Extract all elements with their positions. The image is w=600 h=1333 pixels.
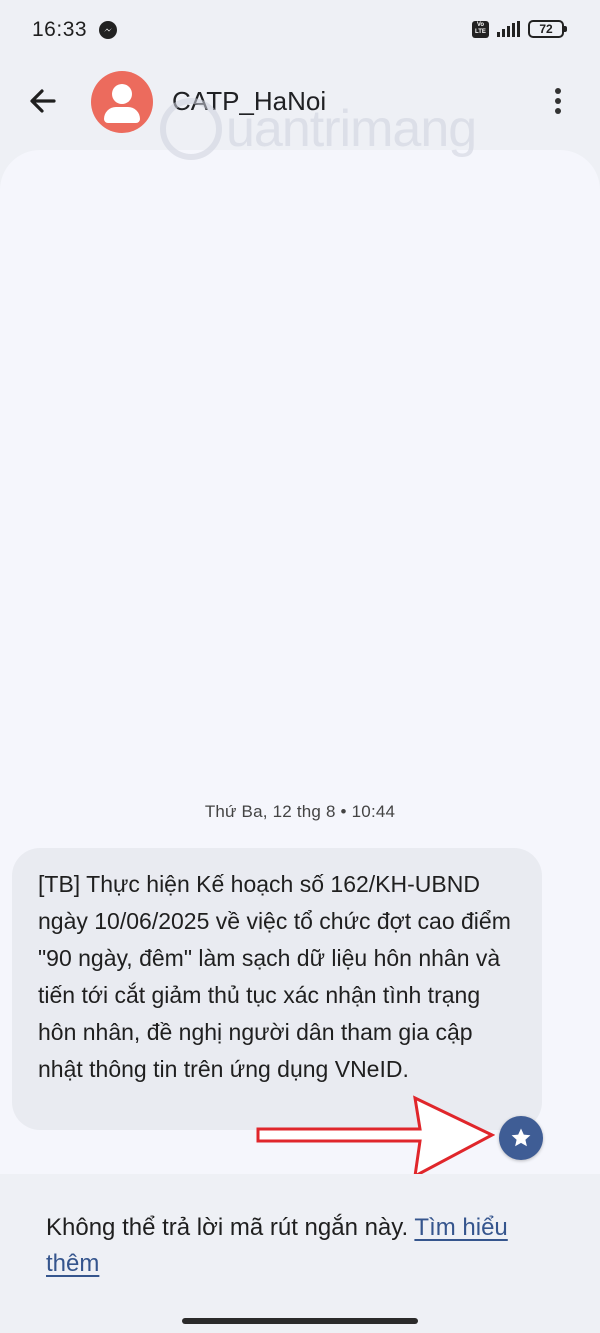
more-vert-icon[interactable] [546,86,570,116]
home-indicator[interactable] [182,1318,418,1324]
back-button[interactable] [26,84,60,118]
reply-disabled-text: Không thể trả lời mã rút ngắn này. [46,1214,415,1241]
app-bar: CATP_HaNoi [0,66,600,136]
signal-icon [497,21,520,37]
messenger-icon [99,21,118,39]
volte-label-top: Vo [476,21,485,28]
avatar-body [104,107,140,123]
star-icon [511,1128,531,1147]
star-button[interactable] [499,1116,543,1160]
person-avatar-icon [112,84,132,104]
annotation-arrow [256,1095,495,1179]
contact-name[interactable]: CATP_HaNoi [172,86,326,117]
volte-icon: Vo LTE [472,20,489,38]
message-bubble[interactable]: [TB] Thực hiện Kế hoạch số 162/KH-UBND n… [12,848,542,1130]
volte-label-bottom: LTE [475,28,486,35]
status-icons: Vo LTE 72 [472,20,567,38]
battery-icon: 72 [528,20,567,38]
avatar[interactable] [91,71,153,133]
status-bar: 16:33 Vo LTE 72 [0,0,600,60]
message-timestamp: Thứ Ba, 12 thg 8 • 10:44 [204,802,396,821]
status-time: 16:33 [32,18,88,41]
reply-disabled-banner: Không thể trả lời mã rút ngắn này. Tìm h… [0,1174,600,1314]
back-arrow-icon [30,89,56,113]
